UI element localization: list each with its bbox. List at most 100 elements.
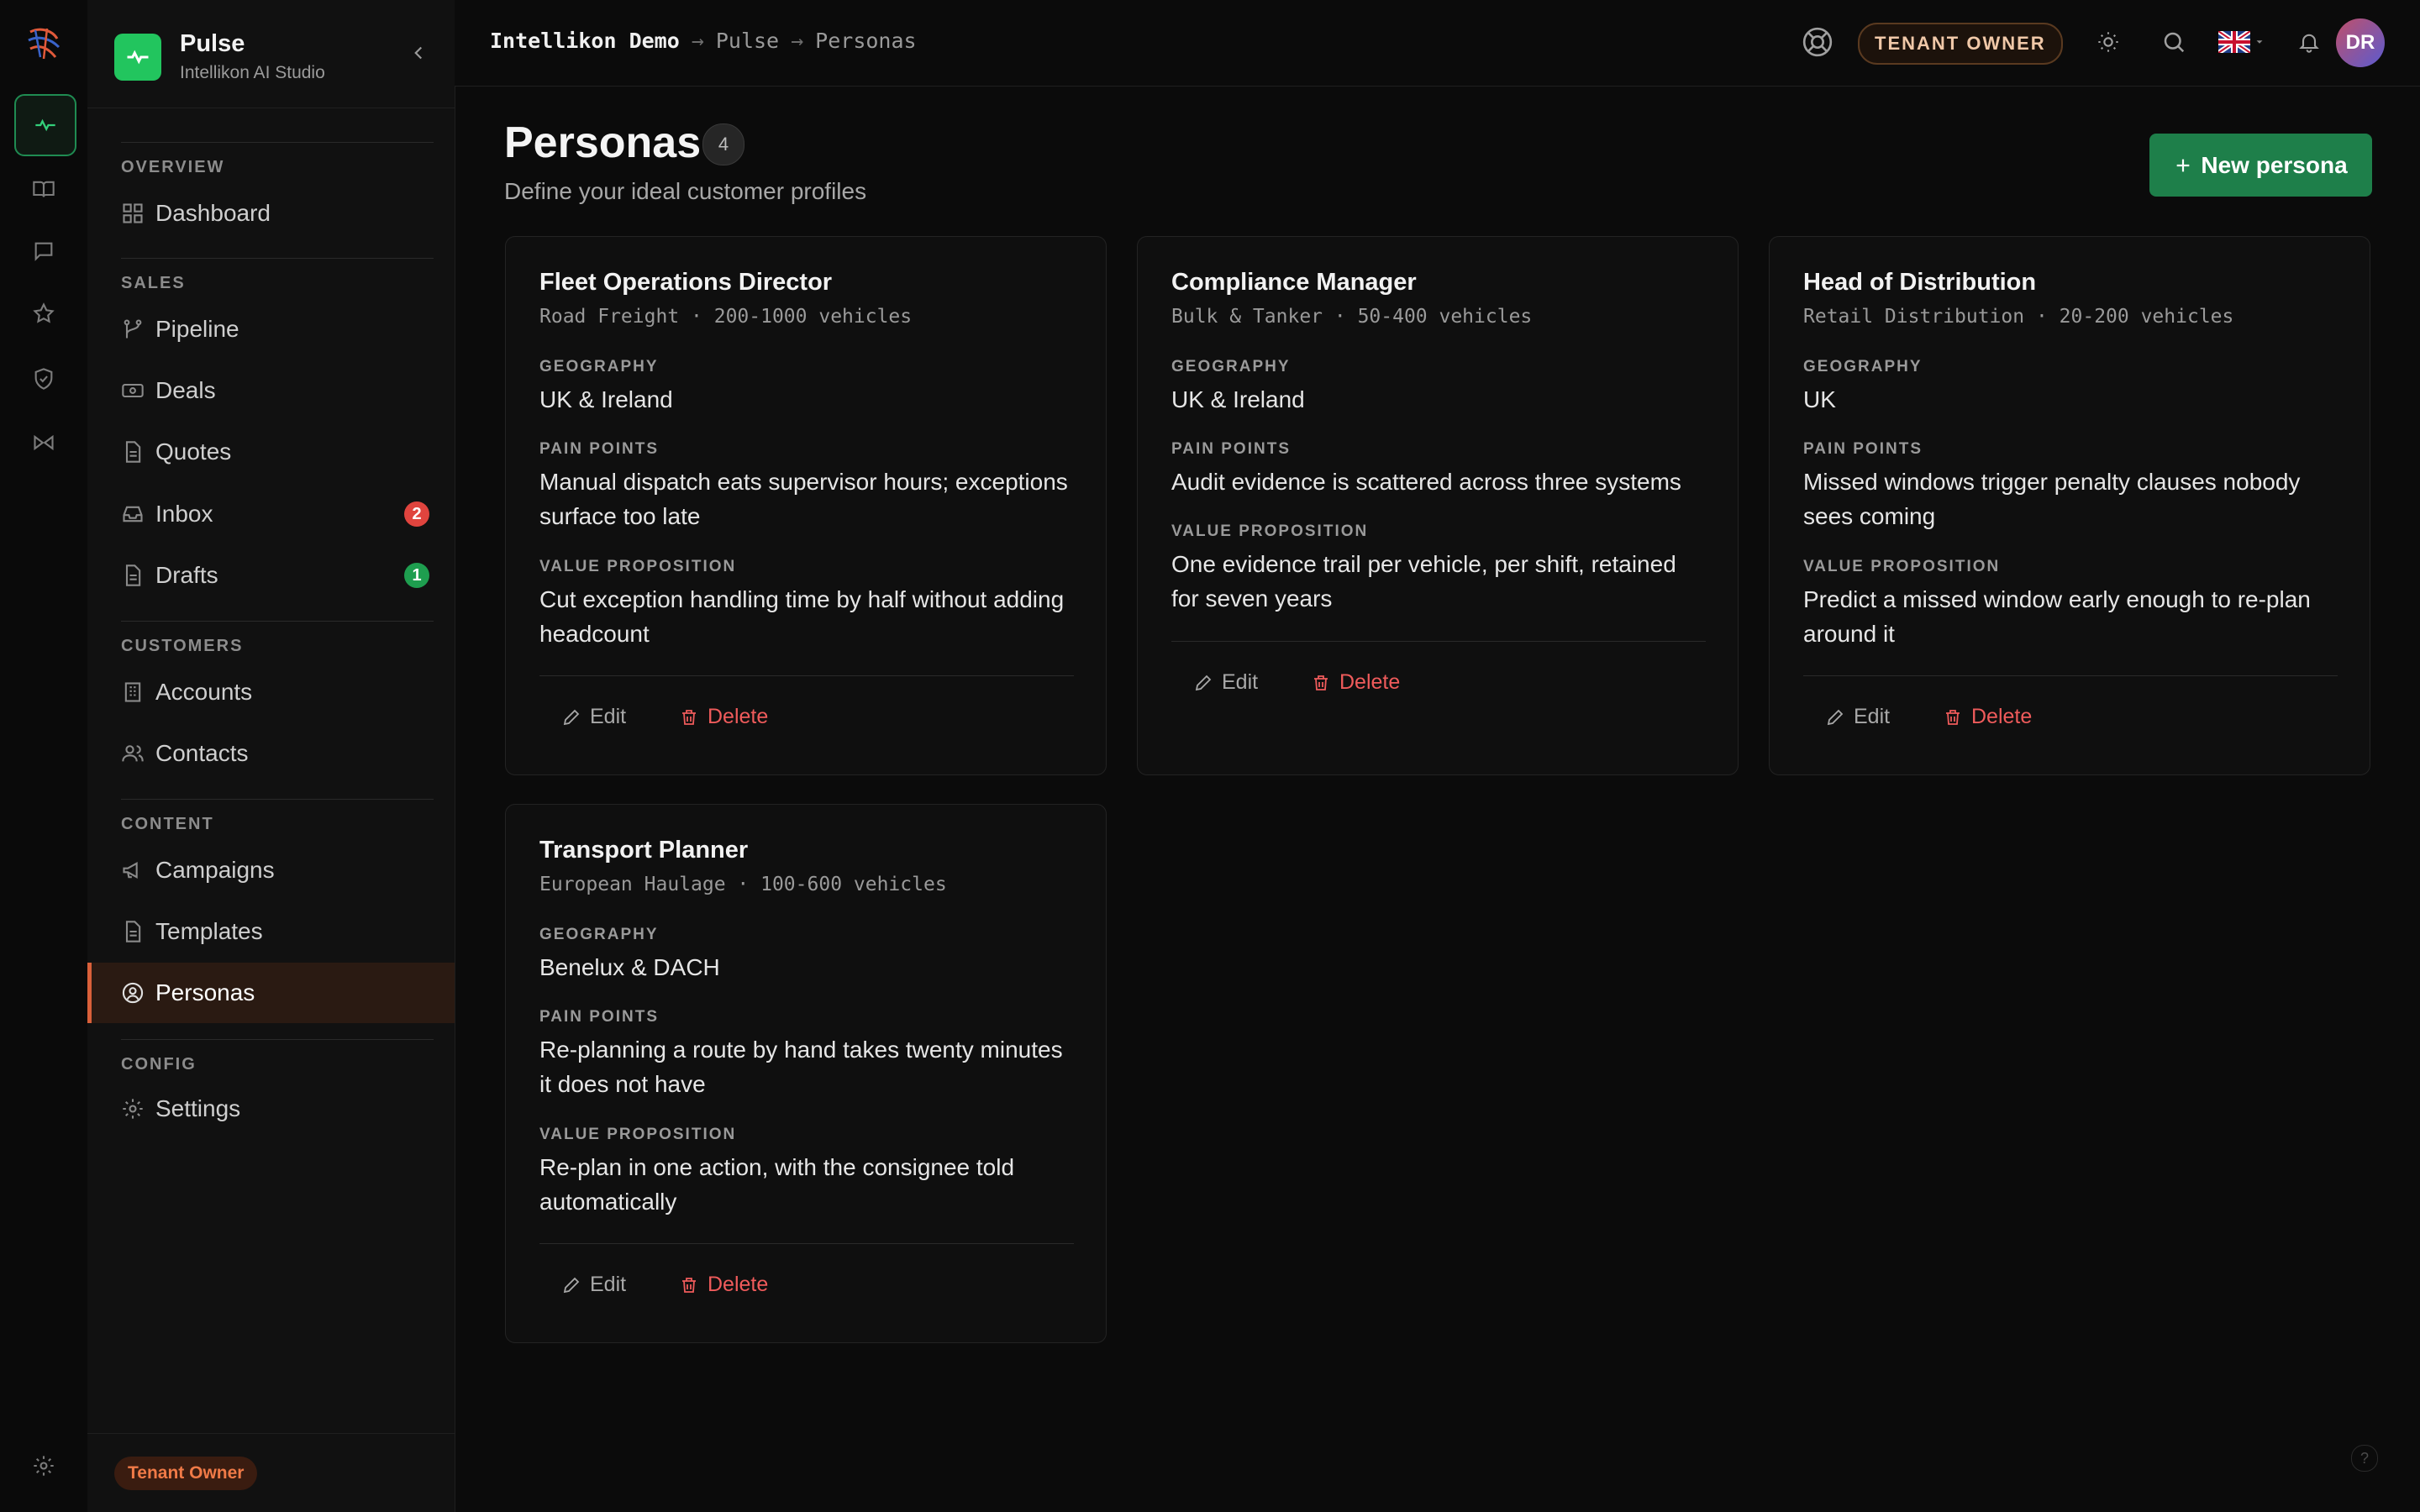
- section-config: CONFIG: [121, 1039, 434, 1074]
- persona-fleet-size: 20-200 vehicles: [2059, 306, 2234, 328]
- delete-button[interactable]: Delete: [679, 1273, 768, 1297]
- edit-label: Edit: [1854, 705, 1891, 728]
- help-question-button[interactable]: ?: [2351, 1445, 2378, 1472]
- breadcrumb: Intellikon Demo → Pulse → Personas: [490, 29, 917, 53]
- inbox-count-badge: 2: [404, 501, 429, 527]
- sidebar-item-accounts[interactable]: Accounts: [87, 662, 455, 722]
- value-proposition-label: VALUE PROPOSITION: [1803, 558, 2001, 575]
- trash-icon: [1314, 675, 1328, 690]
- sidebar-item-label: Dashboard: [155, 200, 271, 226]
- pencil-icon: [563, 709, 580, 725]
- persona-value-proposition: One evidence trail per vehicle, per shif…: [1171, 551, 1676, 612]
- pulse-app-icon[interactable]: [14, 94, 76, 156]
- delete-button[interactable]: Delete: [1943, 705, 2032, 729]
- brand[interactable]: Pulse Intellikon AI Studio: [114, 30, 325, 83]
- sidebar-item-contacts[interactable]: Contacts: [87, 723, 455, 784]
- divider: [1171, 641, 1706, 642]
- collapse-sidebar-chevron-left-icon[interactable]: [408, 42, 429, 64]
- uk-flag-icon: [2218, 31, 2250, 53]
- brand-name: Pulse: [180, 30, 245, 57]
- persona-value-proposition: Cut exception handling time by half with…: [539, 586, 1065, 647]
- section-heading: CUSTOMERS: [121, 637, 244, 655]
- delete-button[interactable]: Delete: [1311, 670, 1400, 695]
- persona-card: Fleet Operations Director Road Freight ·…: [505, 236, 1107, 775]
- gear-icon[interactable]: [14, 1436, 73, 1495]
- tenant-role-badge: Tenant Owner: [114, 1457, 258, 1490]
- delete-button[interactable]: Delete: [679, 705, 768, 729]
- persona-pain-points: Re-planning a route by hand takes twenty…: [539, 1037, 1063, 1097]
- persona-fleet-size: 100-600 vehicles: [760, 874, 947, 895]
- breadcrumb-current: Personas: [815, 29, 917, 53]
- pain-points-label: PAIN POINTS: [539, 1008, 659, 1026]
- persona-name: Transport Planner: [539, 837, 749, 864]
- section-heading: OVERVIEW: [121, 158, 225, 176]
- intellikon-logo-icon[interactable]: [24, 24, 64, 64]
- persona-segment: European Haulage: [539, 874, 726, 895]
- search-icon[interactable]: [2157, 25, 2191, 59]
- sidebar-item-templates[interactable]: Templates: [87, 901, 455, 962]
- new-persona-button[interactable]: New persona: [2149, 134, 2372, 197]
- edit-button[interactable]: Edit: [561, 705, 626, 729]
- persona-value-proposition: Re-plan in one action, with the consigne…: [539, 1154, 1015, 1215]
- delete-label: Delete: [708, 705, 769, 728]
- gear-icon: [123, 1099, 143, 1119]
- section-heading: CONTENT: [121, 815, 214, 833]
- breadcrumb-root[interactable]: Intellikon Demo: [490, 29, 680, 53]
- sidebar-item-settings[interactable]: Settings: [87, 1079, 455, 1139]
- star-icon[interactable]: [14, 284, 73, 343]
- section-customers: CUSTOMERS: [121, 621, 434, 656]
- persona-segment: Bulk & Tanker: [1171, 306, 1323, 328]
- sidebar-item-quotes[interactable]: Quotes: [87, 422, 455, 482]
- persona-segment: Road Freight: [539, 306, 680, 328]
- edit-label: Edit: [590, 705, 627, 728]
- lifebuoy-help-icon[interactable]: [1801, 25, 1834, 59]
- sidebar-item-label: Accounts: [155, 679, 253, 705]
- plus-icon: [2177, 159, 2190, 171]
- persona-meta: Road Freight · 200-1000 vehicles: [539, 306, 913, 328]
- section-overview: OVERVIEW: [121, 142, 434, 177]
- section-sales: SALES: [121, 258, 434, 293]
- edit-button[interactable]: Edit: [561, 1273, 626, 1297]
- geography-label: GEOGRAPHY: [1803, 358, 1923, 375]
- sidebar-item-personas[interactable]: Personas: [87, 963, 455, 1023]
- persona-pain-points: Manual dispatch eats supervisor hours; e…: [539, 469, 1068, 529]
- icon-rail: [0, 0, 88, 1512]
- pencil-icon: [563, 1277, 580, 1293]
- value-proposition-label: VALUE PROPOSITION: [1171, 522, 1369, 540]
- value-proposition-label: VALUE PROPOSITION: [539, 558, 737, 575]
- sidebar-item-pipeline[interactable]: Pipeline: [87, 299, 455, 360]
- book-icon[interactable]: [14, 160, 73, 218]
- sun-theme-toggle-icon[interactable]: [2091, 25, 2125, 59]
- persona-fleet-size: 50-400 vehicles: [1357, 306, 1533, 328]
- sidebar-item-dashboard[interactable]: Dashboard: [87, 183, 455, 244]
- bell-icon[interactable]: [2292, 25, 2326, 59]
- new-persona-label: New persona: [2201, 151, 2348, 178]
- edit-button[interactable]: Edit: [1193, 670, 1258, 695]
- page-title: Personas: [504, 118, 702, 167]
- chat-icon[interactable]: [14, 222, 73, 281]
- persona-card: Compliance Manager Bulk & Tanker · 50-40…: [1137, 236, 1739, 775]
- building-icon: [124, 682, 141, 702]
- edit-button[interactable]: Edit: [1825, 705, 1890, 729]
- persona-meta: Retail Distribution · 20-200 vehicles: [1803, 306, 2234, 328]
- role-badge: TENANT OWNER: [1858, 23, 2063, 65]
- edit-label: Edit: [1222, 670, 1259, 694]
- sidebar-item-drafts[interactable]: Drafts 1: [87, 545, 455, 606]
- persona-card: Head of Distribution Retail Distribution…: [1769, 236, 2370, 775]
- persona-name: Head of Distribution: [1803, 269, 2037, 296]
- trash-icon: [1946, 709, 1960, 725]
- delete-label: Delete: [708, 1273, 769, 1296]
- sidebar: Pulse Intellikon AI Studio OVERVIEW Dash…: [87, 0, 455, 1512]
- sidebar-item-deals[interactable]: Deals: [87, 360, 455, 421]
- grid-icon: [123, 203, 143, 223]
- shield-check-icon[interactable]: [14, 349, 73, 408]
- user-avatar[interactable]: DR: [2336, 18, 2385, 67]
- language-switcher[interactable]: [2215, 25, 2269, 59]
- sidebar-item-inbox[interactable]: Inbox 2: [87, 484, 455, 544]
- page-subtitle: Define your ideal customer profiles: [504, 178, 867, 204]
- value-proposition-label: VALUE PROPOSITION: [539, 1126, 737, 1143]
- bow-tie-icon[interactable]: [14, 413, 73, 472]
- breadcrumb-app[interactable]: Pulse: [716, 29, 779, 53]
- sidebar-item-campaigns[interactable]: Campaigns: [87, 840, 455, 900]
- megaphone-icon: [123, 862, 138, 879]
